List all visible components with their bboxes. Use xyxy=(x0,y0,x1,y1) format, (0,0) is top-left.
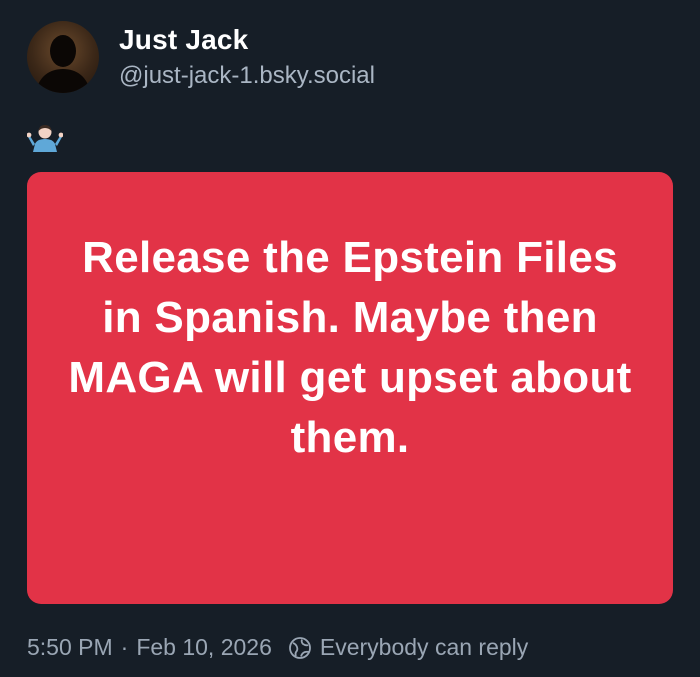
meta-separator: · xyxy=(120,634,129,660)
post-time: 5:50 PM xyxy=(27,634,113,660)
post-meta: 5:50 PM · Feb 10, 2026 Everybody can rep… xyxy=(27,634,528,661)
avatar[interactable] xyxy=(27,21,99,93)
author-handle[interactable]: @just-jack-1.bsky.social xyxy=(119,62,375,90)
author-display-name[interactable]: Just Jack xyxy=(119,24,248,56)
reply-setting: Everybody can reply xyxy=(288,634,528,661)
reply-setting-label: Everybody can reply xyxy=(319,634,529,660)
shrug-emoji-icon xyxy=(26,122,64,152)
post-card: Just Jack @just-jack-1.bsky.social Relea… xyxy=(0,0,700,677)
post-date[interactable]: Feb 10, 2026 xyxy=(136,634,272,661)
post-image[interactable]: Release the Epstein Files in Spanish. Ma… xyxy=(27,172,673,604)
avatar-silhouette-icon xyxy=(35,35,91,93)
post-image-text: Release the Epstein Files in Spanish. Ma… xyxy=(68,233,632,462)
globe-icon xyxy=(288,636,312,660)
